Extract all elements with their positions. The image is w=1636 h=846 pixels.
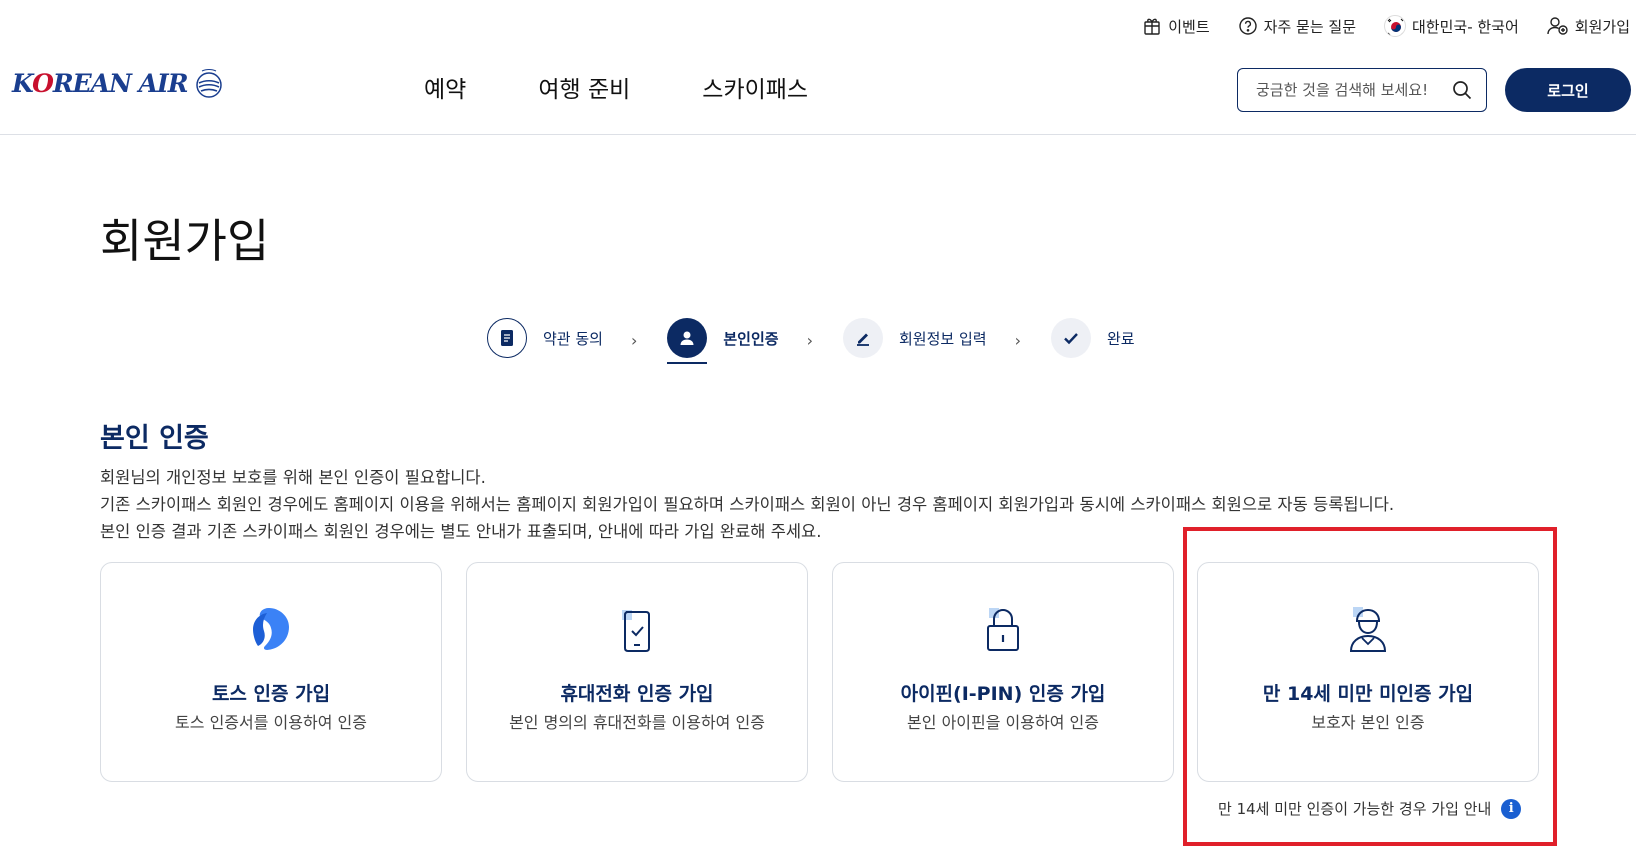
korea-flag-icon (1384, 15, 1406, 37)
step-member-info-circle (842, 318, 883, 358)
section-description: 회원님의 개인정보 보호를 위해 본인 인증이 필요합니다. 기존 스카이패스 … (100, 464, 1394, 545)
nav-item-skypass[interactable]: 스카이패스 (702, 70, 808, 104)
page-title: 회원가입 (100, 214, 270, 268)
utility-bar: 이벤트 자주 묻는 질문 대한민국- 한국어 회원가입 (1114, 14, 1636, 38)
card-subtitle: 토스 인증서를 이용하여 인증 (175, 713, 367, 732)
card-subtitle: 본인 아이핀을 이용하여 인증 (907, 713, 1099, 732)
user-icon (680, 331, 694, 345)
description-line: 회원님의 개인정보 보호를 위해 본인 인증이 필요합니다. (100, 468, 486, 487)
event-label: 이벤트 (1168, 17, 1210, 36)
locale-selector[interactable]: 대한민국- 한국어 (1384, 15, 1519, 37)
signup-label: 회원가입 (1574, 17, 1630, 36)
chevron-right-icon: › (630, 330, 638, 350)
card-title: 휴대전화 인증 가입 (560, 683, 714, 705)
step-verification-label: 본인인증 (723, 329, 779, 348)
under-14-guide-link[interactable]: 만 14세 미만 인증이 가능한 경우 가입 안내 i (1218, 798, 1522, 819)
question-icon (1238, 17, 1257, 35)
korean-air-logo[interactable]: KOREAN AIR (12, 66, 226, 100)
phone-verification-card[interactable]: 휴대전화 인증 가입 본인 명의의 휴대전화를 이용하여 인증 (466, 562, 808, 782)
lock-icon (975, 603, 1031, 655)
gift-icon (1144, 18, 1160, 35)
pencil-icon (856, 333, 869, 346)
check-icon (1064, 333, 1078, 345)
chevron-right-icon: › (1014, 330, 1021, 350)
login-button[interactable]: 로그인 (1505, 68, 1631, 112)
card-title: 만 14세 미만 미인증 가입 (1262, 683, 1474, 705)
description-line: 본인 인증 결과 기존 스카이패스 회원인 경우에는 별도 안내가 표출되며, … (100, 522, 822, 541)
toss-icon (243, 603, 299, 655)
nav-item-booking[interactable]: 예약 (424, 70, 466, 104)
skyteam-icon (195, 69, 222, 98)
global-nav: 예약 여행 준비 스카이패스 (424, 70, 880, 104)
under-14-signup-card[interactable]: 만 14세 미만 미인증 가입 보호자 본인 인증 (1197, 562, 1539, 782)
card-title: 토스 인증 가입 (211, 683, 331, 705)
phone-check-icon (609, 603, 665, 655)
step-active-underline (667, 362, 708, 364)
section-title: 본인 인증 (100, 423, 209, 454)
signup-link[interactable]: 회원가입 (1547, 16, 1630, 37)
step-complete-label: 완료 (1106, 329, 1135, 348)
step-terms-label: 약관 동의 (543, 329, 603, 348)
logo-wordmark: KOREAN AIR (12, 68, 188, 98)
faq-link[interactable]: 자주 묻는 질문 (1238, 16, 1356, 37)
info-icon[interactable]: i (1501, 798, 1522, 819)
step-member-info: 회원정보 입력 (842, 318, 987, 358)
document-icon (501, 330, 513, 346)
card-subtitle: 본인 명의의 휴대전화를 이용하여 인증 (509, 713, 765, 732)
header-divider (0, 134, 1636, 135)
nav-item-travel-prep[interactable]: 여행 준비 (538, 70, 630, 104)
toss-verification-card[interactable]: 토스 인증 가입 토스 인증서를 이용하여 인증 (100, 562, 442, 782)
description-line: 기존 스카이패스 회원인 경우에도 홈페이지 이용을 위해서는 홈페이지 회원가… (100, 495, 1395, 514)
locale-label: 대한민국- 한국어 (1412, 17, 1519, 36)
card-subtitle: 보호자 본인 인증 (1311, 713, 1425, 732)
faq-label: 자주 묻는 질문 (1263, 17, 1356, 36)
step-complete: 완료 (1050, 318, 1135, 358)
search-icon[interactable] (1452, 80, 1472, 100)
search-box (1237, 68, 1487, 112)
ipin-verification-card[interactable]: 아이핀(I-PIN) 인증 가입 본인 아이핀을 이용하여 인증 (832, 562, 1174, 782)
step-member-info-label: 회원정보 입력 (898, 329, 987, 348)
guide-link-label: 만 14세 미만 인증이 가능한 경우 가입 안내 (1218, 800, 1492, 818)
search-input[interactable] (1256, 81, 1446, 99)
step-terms-circle (487, 318, 527, 358)
step-terms: 약관 동의 (487, 318, 603, 358)
chevron-right-icon: › (806, 330, 813, 350)
signup-stepper: 약관 동의 › 본인인증 › 회원정보 입력 › 완료 (487, 318, 1135, 364)
user-add-icon (1547, 17, 1568, 35)
event-link[interactable]: 이벤트 (1142, 16, 1210, 37)
step-complete-circle (1050, 318, 1091, 358)
child-icon (1340, 603, 1396, 655)
step-verification: 본인인증 (667, 318, 779, 364)
card-title: 아이핀(I-PIN) 인증 가입 (900, 683, 1106, 705)
step-verification-circle (667, 318, 708, 358)
